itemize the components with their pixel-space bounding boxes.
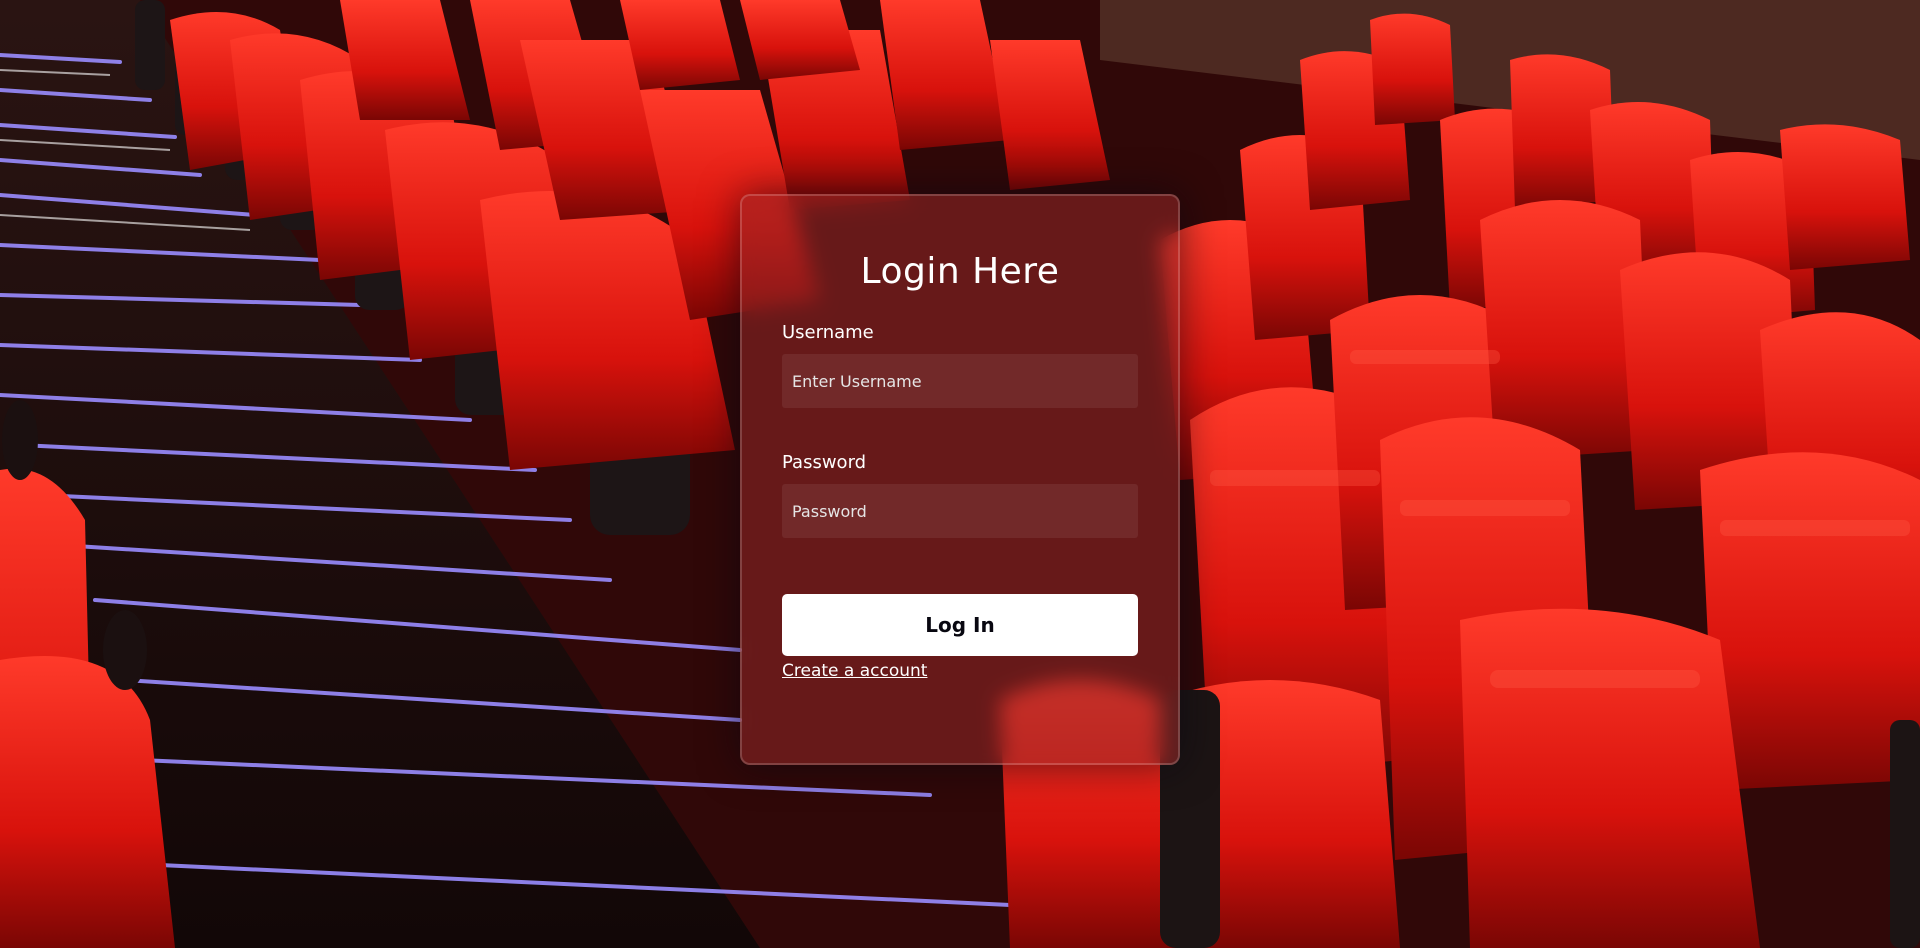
create-account-link[interactable]: Create a account: [782, 661, 927, 681]
username-label: Username: [782, 322, 874, 343]
login-title: Login Here: [860, 251, 1060, 292]
password-input[interactable]: [782, 484, 1138, 538]
login-button[interactable]: Log In: [782, 594, 1138, 656]
login-page: Login Here Username Password Log In Crea…: [0, 0, 1920, 948]
login-card: Login Here Username Password Log In Crea…: [740, 194, 1180, 765]
username-input[interactable]: [782, 354, 1138, 408]
password-label: Password: [782, 452, 867, 473]
